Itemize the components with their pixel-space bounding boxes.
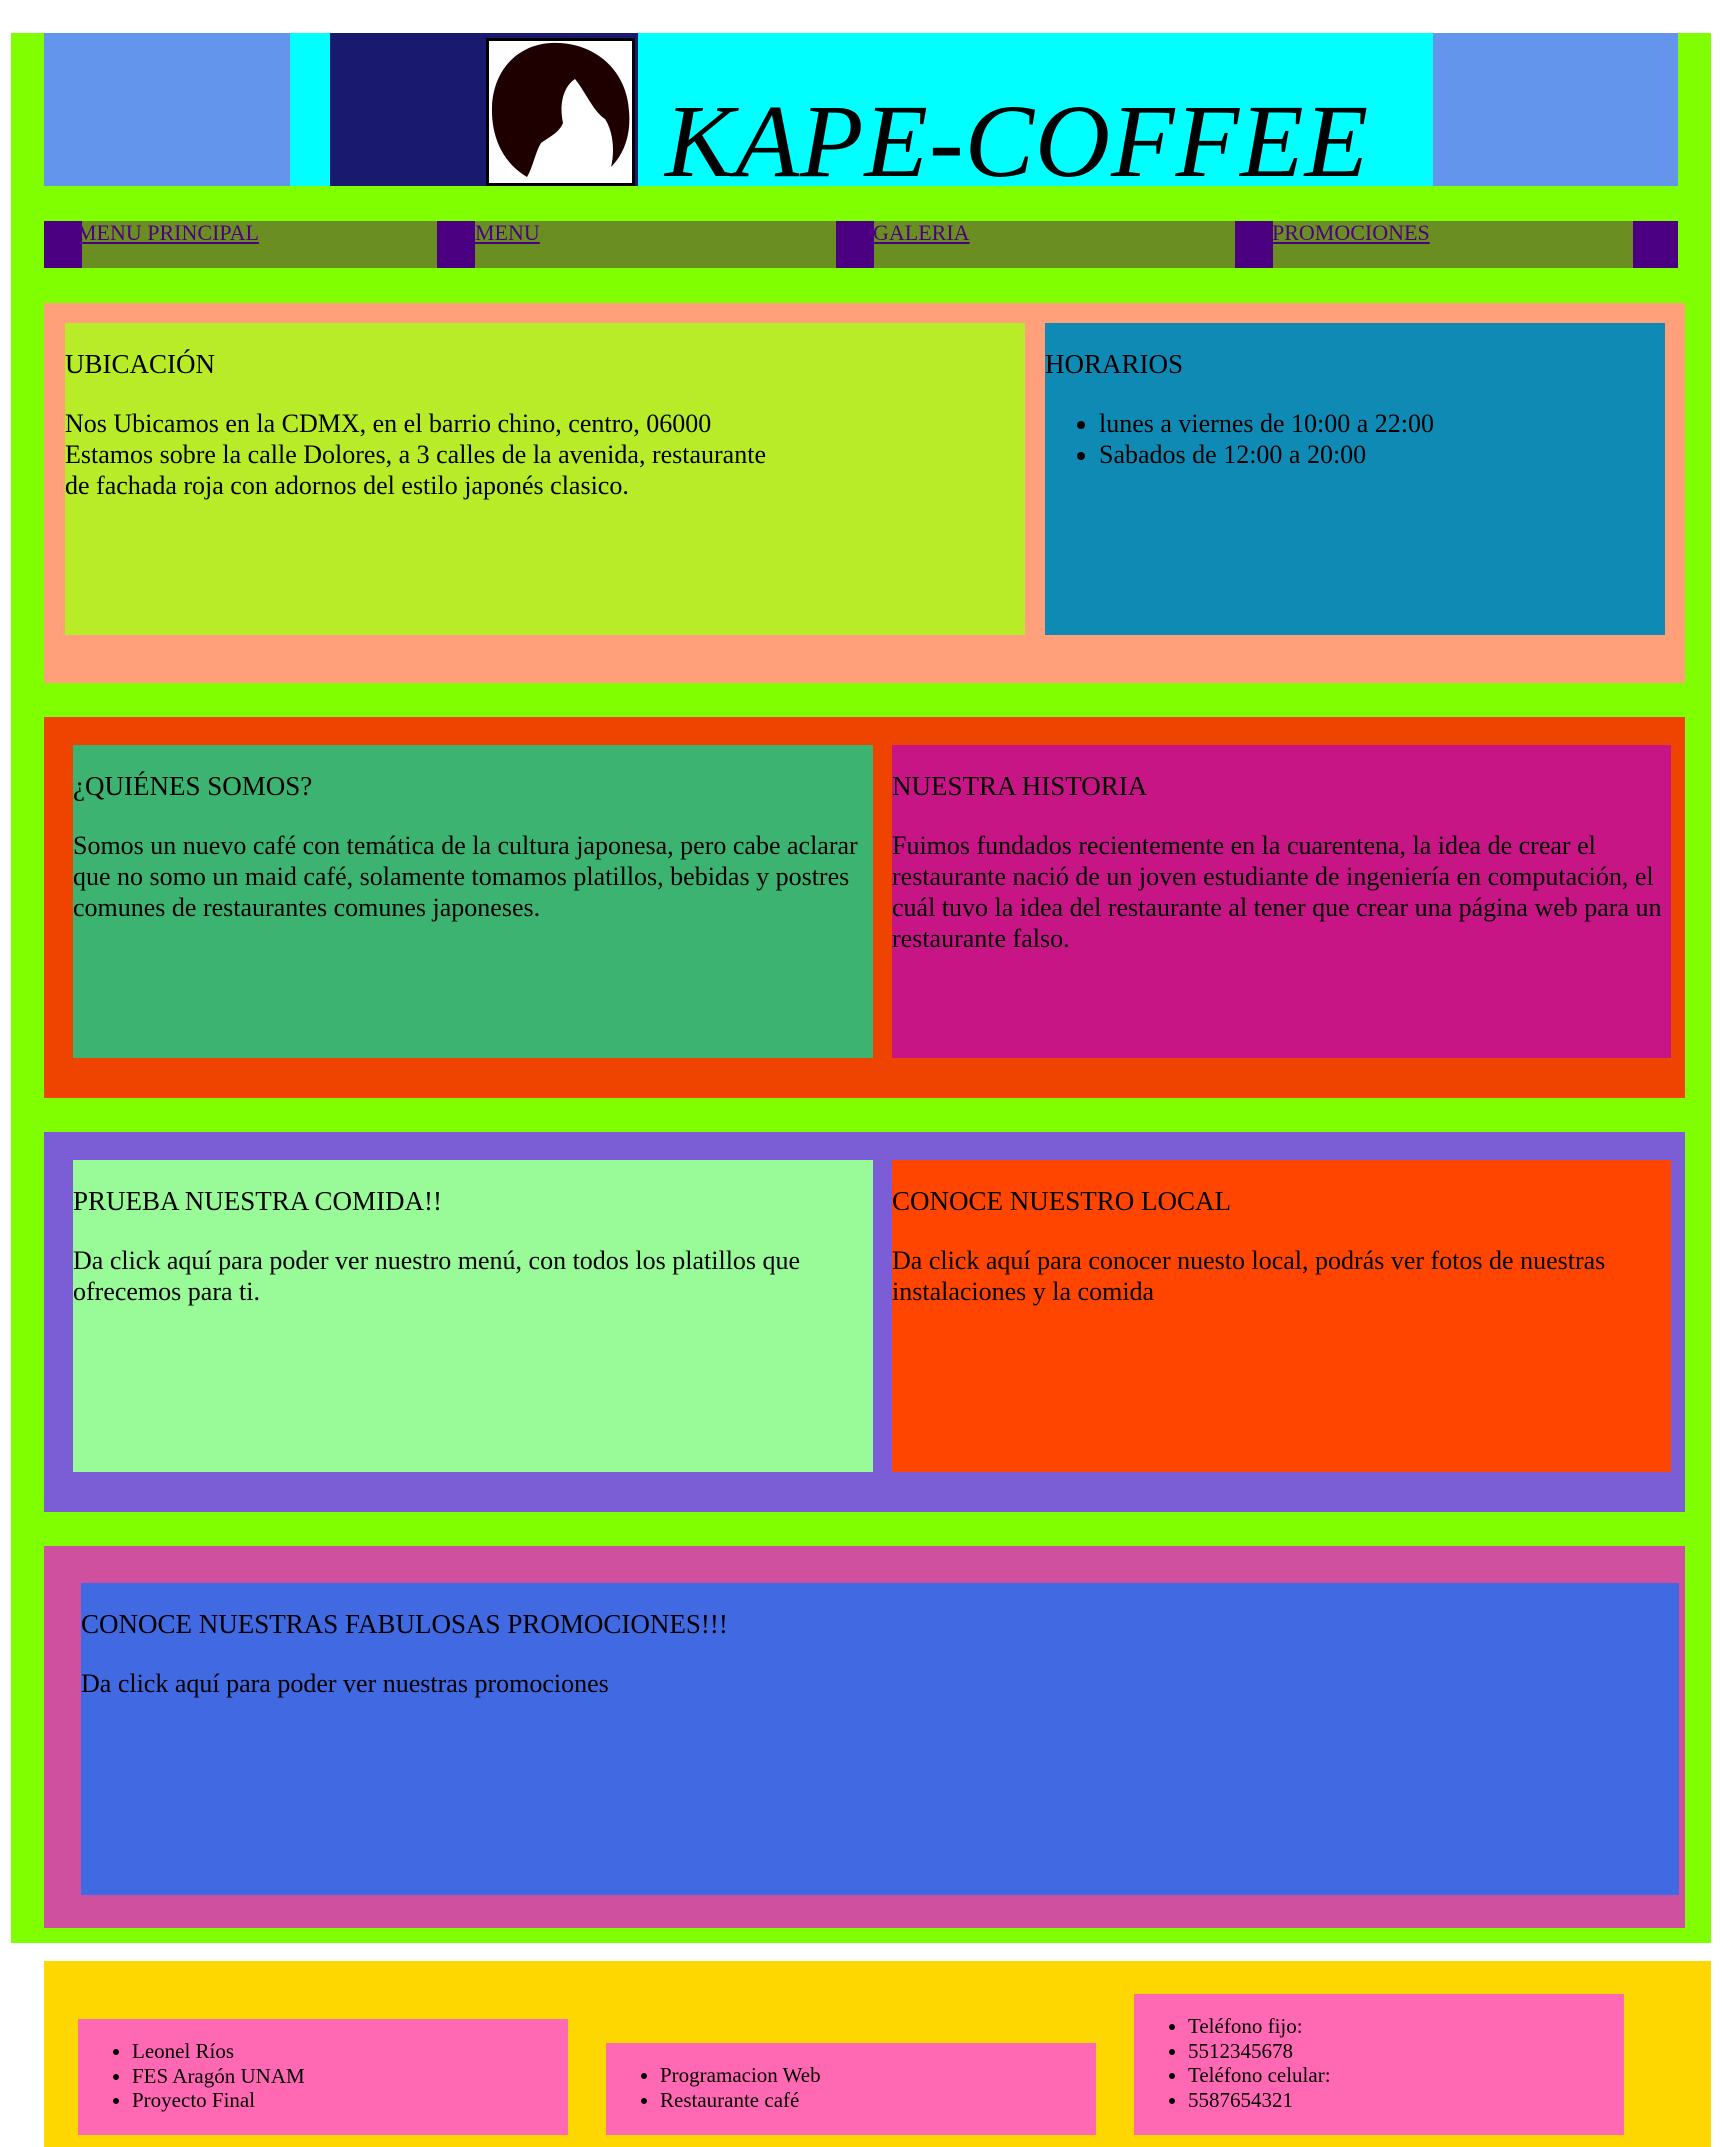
ubicacion-line: de fachada roja con adornos del estilo j…: [65, 471, 629, 500]
promo-title: CONOCE NUESTRAS FABULOSAS PROMOCIONES!!!: [81, 1609, 728, 1639]
comida-title: PRUEBA NUESTRA COMIDA!!: [73, 1186, 443, 1216]
list-item: Proyecto Final: [132, 2088, 568, 2113]
list-item: Teléfono fijo:: [1188, 2014, 1624, 2039]
quienes-card: ¿QUIÉNES SOMOS? Somos un nuevo café con …: [73, 745, 873, 1058]
local-text: Da click aquí para conocer nuesto local,…: [892, 1246, 1606, 1306]
nav-link-galeria[interactable]: GALERIA: [873, 220, 970, 246]
nav-marker: [437, 221, 475, 268]
comida-card[interactable]: PRUEBA NUESTRA COMIDA!! Da click aquí pa…: [73, 1160, 873, 1472]
ubicacion-card: UBICACIÓN Nos Ubicamos en la CDMX, en el…: [65, 323, 1025, 635]
list-item: FES Aragón UNAM: [132, 2064, 568, 2089]
historia-text: Fuimos fundados recientemente en la cuar…: [892, 831, 1662, 953]
quienes-text: Somos un nuevo café con temática de la c…: [73, 831, 858, 922]
footer-box-course: Programacion Web Restaurante café: [606, 2043, 1096, 2135]
promo-card[interactable]: CONOCE NUESTRAS FABULOSAS PROMOCIONES!!!…: [81, 1583, 1679, 1895]
local-title: CONOCE NUESTRO LOCAL: [892, 1186, 1232, 1216]
horarios-list: lunes a viernes de 10:00 a 22:00 Sabados…: [1045, 408, 1665, 470]
horarios-title: HORARIOS: [1045, 349, 1184, 379]
quienes-title: ¿QUIÉNES SOMOS?: [73, 771, 313, 801]
footer-box-contact: Teléfono fijo: 5512345678 Teléfono celul…: [1134, 1994, 1624, 2135]
phone-number: 5587654321: [1188, 2088, 1624, 2113]
footer-course-list: Programacion Web Restaurante café: [606, 2043, 1096, 2112]
ubicacion-line: Estamos sobre la calle Dolores, a 3 call…: [65, 440, 766, 469]
footer-contact-list: Teléfono fijo: 5512345678 Teléfono celul…: [1134, 1994, 1624, 2112]
phone-number: 5512345678: [1188, 2039, 1624, 2064]
list-item: Programacion Web: [660, 2063, 1096, 2088]
nav-marker: [1633, 221, 1678, 268]
logo-image: [486, 38, 635, 186]
comida-text: Da click aquí para poder ver nuestro men…: [73, 1246, 801, 1306]
nav-link-promociones[interactable]: PROMOCIONES: [1272, 220, 1430, 246]
historia-card: NUESTRA HISTORIA Fuimos fundados recient…: [892, 745, 1671, 1058]
nav-marker: [836, 221, 874, 268]
list-item: lunes a viernes de 10:00 a 22:00: [1099, 408, 1665, 439]
list-item: Restaurante café: [660, 2088, 1096, 2113]
list-item: Leonel Ríos: [132, 2039, 568, 2064]
footer-credits-list: Leonel Ríos FES Aragón UNAM Proyecto Fin…: [78, 2019, 568, 2113]
promo-text: Da click aquí para poder ver nuestras pr…: [81, 1669, 609, 1698]
list-item: Teléfono celular:: [1188, 2063, 1624, 2088]
footer-box-credits: Leonel Ríos FES Aragón UNAM Proyecto Fin…: [78, 2019, 568, 2135]
avatar-silhouette-icon: [491, 42, 630, 177]
nav-link-menu[interactable]: MENU: [475, 220, 540, 246]
header-right-panel: [1433, 33, 1678, 186]
horarios-card: HORARIOS lunes a viernes de 10:00 a 22:0…: [1045, 323, 1665, 635]
ubicacion-title: UBICACIÓN: [65, 349, 216, 379]
header-left-panel: [44, 33, 290, 186]
nav-marker: [1235, 221, 1273, 268]
brand-title: KAPE-COFFEE: [665, 84, 1370, 199]
local-card[interactable]: CONOCE NUESTRO LOCAL Da click aquí para …: [892, 1160, 1671, 1472]
ubicacion-line: Nos Ubicamos en la CDMX, en el barrio ch…: [65, 409, 712, 438]
historia-title: NUESTRA HISTORIA: [892, 771, 1148, 801]
list-item: Sabados de 12:00 a 20:00: [1099, 439, 1665, 470]
nav-link-menu-principal[interactable]: MENU PRINCIPAL: [77, 220, 259, 246]
